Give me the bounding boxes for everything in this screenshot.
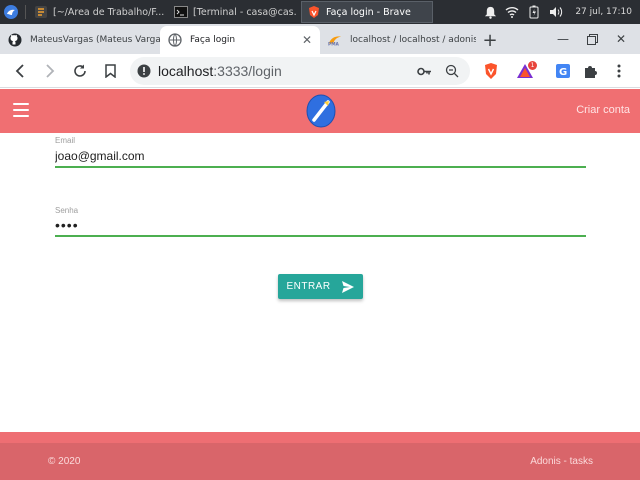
forward-arrow-icon (46, 63, 55, 78)
key-icon[interactable] (410, 61, 438, 81)
tab-phpmyadmin[interactable]: PMA localhost / localhost / adonis (320, 26, 476, 54)
tab-faca-login[interactable]: Faça login ✕ (160, 26, 320, 54)
phpmyadmin-icon: PMA (328, 33, 342, 47)
footer-brand: Adonis - tasks (530, 456, 593, 467)
hamburger-menu-icon[interactable] (13, 103, 29, 117)
app-logo[interactable] (306, 94, 336, 128)
svg-text:G: G (559, 67, 567, 78)
taskbar-task-files[interactable]: [~/Área de Trabalho/F... (29, 1, 169, 23)
password-input[interactable] (55, 215, 586, 236)
email-input[interactable] (55, 146, 586, 167)
create-account-link[interactable]: Criar conta (576, 104, 630, 116)
taskbar-task-brave[interactable]: Faça login - Brave (301, 1, 433, 23)
send-icon (341, 280, 354, 293)
app-navbar: Criar conta (0, 89, 640, 133)
terminal-icon (174, 5, 188, 19)
back-button[interactable] (5, 56, 35, 86)
forward-button[interactable] (35, 56, 65, 86)
new-tab-button[interactable]: + (476, 26, 504, 54)
address-bar[interactable]: localhost:3333/login (130, 57, 470, 85)
close-tab-icon[interactable]: ✕ (302, 33, 312, 47)
os-taskbar: [~/Área de Trabalho/F... [Terminal - cas… (0, 0, 640, 24)
site-info-icon[interactable] (130, 64, 158, 78)
tab-label: Faça login (190, 35, 236, 45)
rewards-badge: 1 (528, 61, 537, 70)
menu-line (13, 115, 29, 117)
omnibox-actions (410, 61, 466, 81)
close-window-icon[interactable]: ✕ (606, 24, 636, 54)
minimize-window-icon[interactable]: — (548, 24, 578, 54)
footer-copyright-bar: © 2020 Adonis - tasks (0, 443, 640, 480)
page-footer: © 2020 Adonis - tasks (0, 432, 640, 480)
bookmark-icon (104, 63, 116, 78)
browser-menu-icon[interactable] (606, 54, 632, 88)
wifi-icon[interactable] (501, 0, 523, 24)
zoom-out-icon[interactable] (438, 61, 466, 81)
taskbar-task-label: Faça login - Brave (326, 6, 411, 18)
extensions-puzzle-icon[interactable] (577, 54, 603, 88)
tab-label: localhost / localhost / adonis (350, 35, 476, 45)
brave-icon (307, 5, 321, 19)
svg-text:PMA: PMA (328, 41, 340, 46)
reload-button[interactable] (65, 56, 95, 86)
google-translate-icon[interactable]: G (550, 54, 576, 88)
system-tray: 27 jul, 17:10 (479, 0, 640, 24)
back-arrow-icon (15, 63, 24, 78)
browser-toolbar: localhost:3333/login (0, 54, 640, 88)
url-path: :3333/login (213, 63, 282, 79)
url-host: localhost (158, 63, 214, 79)
xfce-menu-icon[interactable] (0, 0, 22, 24)
volume-icon[interactable] (545, 0, 567, 24)
text-editor-icon (34, 5, 48, 19)
password-field: Senha (55, 206, 586, 236)
reload-icon (74, 64, 86, 77)
menu-line (13, 109, 29, 111)
taskbar-separator (25, 5, 26, 19)
browser-tab-strip: MateusVargas (Mateus Vargas) Faça login … (0, 24, 640, 54)
email-label: Email (55, 136, 76, 145)
restore-window-icon[interactable] (577, 24, 607, 54)
footer-copyright: © 2020 (48, 456, 81, 467)
taskbar-task-label: [~/Área de Trabalho/F... (53, 6, 164, 18)
tab-github[interactable]: MateusVargas (Mateus Vargas) (0, 26, 160, 54)
email-field: Email (55, 136, 586, 167)
github-icon (8, 33, 22, 47)
brave-rewards-icon[interactable]: 1 (512, 54, 538, 88)
password-label: Senha (55, 206, 79, 215)
clock[interactable]: 27 jul, 17:10 (575, 7, 632, 17)
login-submit-label: ENTRAR (286, 281, 331, 292)
globe-icon (168, 33, 182, 47)
brave-shields-icon[interactable] (478, 54, 504, 88)
login-submit-button[interactable]: ENTRAR (278, 274, 363, 299)
notification-bell-icon[interactable] (479, 0, 501, 24)
menu-line (13, 103, 29, 105)
bookmark-button[interactable] (95, 56, 125, 86)
taskbar-task-label: [Terminal - casa@cas... (193, 6, 296, 18)
url-text: localhost:3333/login (158, 63, 282, 79)
tab-label: MateusVargas (Mateus Vargas) (30, 35, 160, 45)
taskbar-task-terminal[interactable]: [Terminal - casa@cas... (169, 1, 301, 23)
battery-icon[interactable] (523, 0, 545, 24)
